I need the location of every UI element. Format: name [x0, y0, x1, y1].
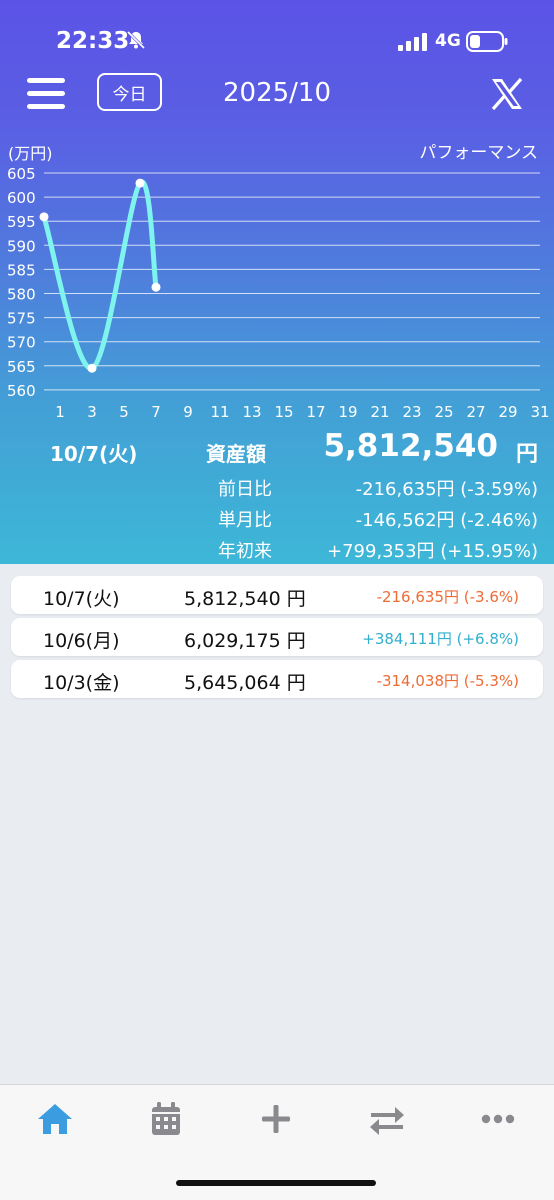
history-date: 10/3(金) — [43, 672, 120, 694]
menu-icon-bar — [27, 91, 65, 96]
history-row[interactable]: 10/6(月) 6,029,175 円 +384,111円 (+6.8%) — [11, 618, 543, 656]
y-tick-label: 570 — [7, 334, 36, 352]
y-tick-label: 560 — [7, 382, 36, 400]
day-change-label: 前日比 — [218, 479, 272, 500]
month-title: 2025/10 — [222, 78, 331, 108]
y-tick-label: 580 — [7, 286, 36, 304]
x-tick-label: 29 — [498, 403, 517, 421]
asset-value: 5,812,540 — [323, 428, 498, 464]
month-change-value: -146,562円 (-2.46%) — [355, 510, 538, 531]
y-tick-label: 600 — [7, 189, 36, 207]
history-value: 5,812,540 円 — [184, 588, 306, 610]
history-row[interactable]: 10/3(金) 5,645,064 円 -314,038円 (-5.3%) — [11, 660, 543, 698]
menu-icon-bar — [27, 78, 65, 83]
x-tick-label: 7 — [151, 403, 161, 421]
more-icon[interactable] — [478, 1101, 518, 1137]
today-button[interactable]: 今日 — [97, 73, 162, 111]
asset-label: 資産額 — [206, 442, 266, 466]
y-tick-label: 565 — [7, 358, 36, 376]
history-change: -314,038円 (-5.3%) — [376, 672, 519, 690]
x-tick-label: 1 — [55, 403, 65, 421]
x-tick-label: 23 — [402, 403, 421, 421]
history-date: 10/6(月) — [43, 630, 120, 652]
x-tick-label: 9 — [183, 403, 193, 421]
battery-icon — [466, 31, 508, 52]
history-row[interactable]: 10/7(火) 5,812,540 円 -216,635円 (-3.6%) — [11, 576, 543, 614]
x-tick-label: 11 — [210, 403, 229, 421]
data-point — [151, 282, 161, 292]
day-change-value: -216,635円 (-3.59%) — [355, 479, 538, 500]
series-line — [41, 179, 159, 371]
data-point — [135, 178, 145, 188]
x-tick-label: 15 — [274, 403, 293, 421]
y-tick-label: 595 — [7, 213, 36, 231]
menu-button[interactable] — [27, 78, 65, 110]
asset-yen: 円 — [515, 442, 538, 467]
y-tick-label: 575 — [7, 310, 36, 328]
x-tick-label: 19 — [338, 403, 357, 421]
x-tick-label: 31 — [530, 403, 549, 421]
calendar-icon[interactable] — [146, 1101, 186, 1137]
history-date: 10/7(火) — [43, 588, 120, 610]
plus-icon[interactable] — [256, 1101, 296, 1137]
y-tick-label: 605 — [7, 165, 36, 183]
x-tick-label: 5 — [119, 403, 129, 421]
y-tick-label: 590 — [7, 237, 36, 255]
history-value: 5,645,064 円 — [184, 672, 306, 694]
x-tick-label: 27 — [466, 403, 485, 421]
x-tick-label: 21 — [370, 403, 389, 421]
x-tick-label: 25 — [434, 403, 453, 421]
home-indicator — [176, 1180, 376, 1186]
y-tick-label: 585 — [7, 261, 36, 279]
ytd-change-label: 年初来 — [218, 541, 272, 562]
history-value: 6,029,175 円 — [184, 630, 306, 652]
x-tick-label: 17 — [306, 403, 325, 421]
data-point — [39, 212, 49, 222]
summary-date: 10/7(火) — [50, 442, 138, 466]
month-change-label: 単月比 — [218, 510, 272, 531]
signal-icon — [398, 33, 427, 51]
history-change: +384,111円 (+6.8%) — [362, 630, 519, 648]
x-share-icon[interactable] — [490, 77, 524, 111]
status-time: 22:33 — [56, 28, 130, 54]
x-tick-label: 3 — [87, 403, 97, 421]
data-point — [87, 363, 97, 373]
asset-line-chart: 6056005955905855805755705655601 3 5 7 9 11 13 1… — [7, 165, 550, 421]
ytd-change-value: +799,353円 (+15.95%) — [327, 541, 538, 562]
home-icon[interactable] — [35, 1101, 75, 1137]
bell-off-icon — [126, 30, 146, 50]
network-type: 4G — [435, 31, 461, 51]
menu-icon-bar — [27, 104, 65, 109]
x-tick-label: 13 — [242, 403, 261, 421]
transfer-icon[interactable] — [367, 1101, 407, 1137]
history-change: -216,635円 (-3.6%) — [376, 588, 519, 606]
